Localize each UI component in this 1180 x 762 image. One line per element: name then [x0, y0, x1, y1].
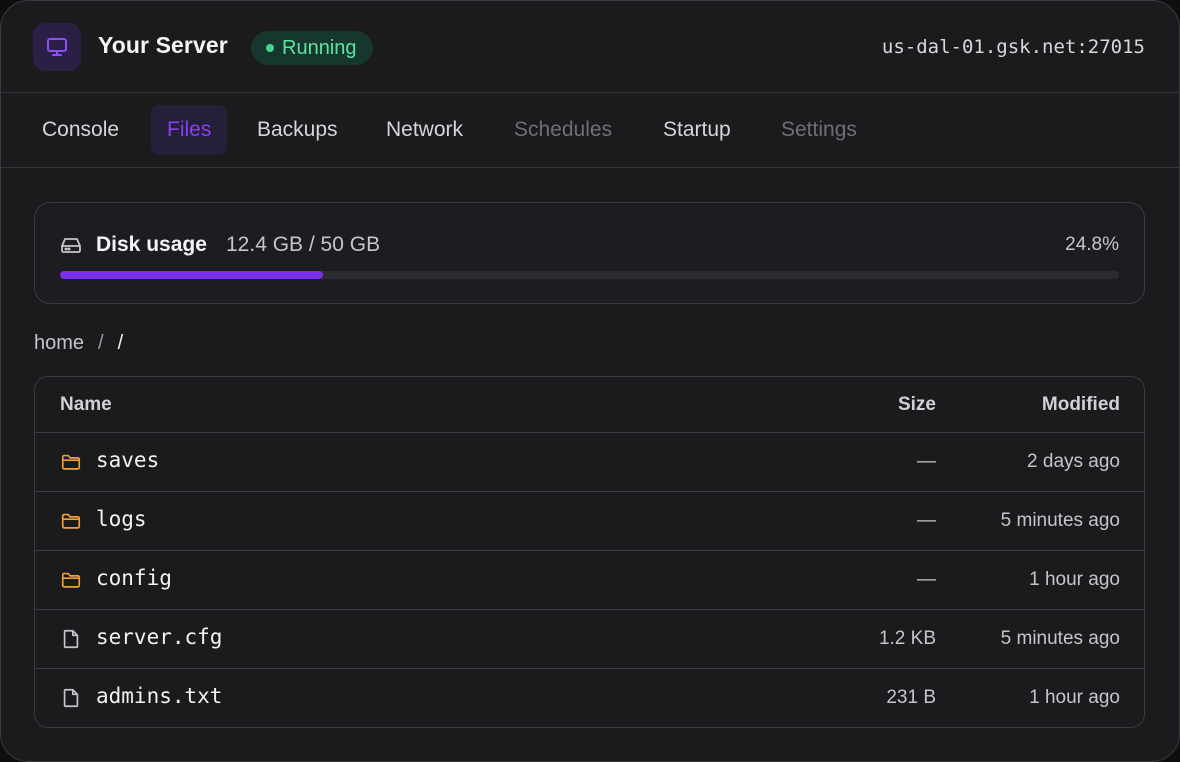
table-row[interactable]: admins.txt 231 B 1 hour ago — [35, 669, 1144, 727]
status-text: Running — [282, 36, 357, 59]
file-size: — — [917, 451, 936, 472]
server-address[interactable]: us-dal-01.gsk.net:27015 — [882, 36, 1145, 58]
disk-usage-percent: 24.8% — [1065, 234, 1119, 255]
disk-usage-amount: 12.4 GB / 50 GB — [226, 233, 381, 256]
status-dot-icon — [266, 44, 274, 52]
table-body: saves — 2 days ago logs — 5 minutes ago config… — [35, 433, 1144, 727]
file-modified: 5 minutes ago — [1000, 510, 1120, 531]
table-header: Name Size Modified — [35, 377, 1144, 433]
file-modified: 1 hour ago — [1029, 687, 1120, 708]
tab-bar: Console Files Backups Network Schedules … — [1, 93, 1179, 168]
table-row[interactable]: logs — 5 minutes ago — [35, 492, 1144, 551]
table-row[interactable]: server.cfg 1.2 KB 5 minutes ago — [35, 610, 1144, 669]
file-name[interactable]: saves — [96, 448, 159, 472]
file-icon — [60, 628, 82, 650]
file-table: Name Size Modified saves — 2 days ago logs —… — [34, 376, 1145, 728]
file-modified: 5 minutes ago — [1000, 628, 1120, 649]
status-badge: Running — [251, 31, 373, 65]
folder-icon — [60, 510, 82, 532]
file-name[interactable]: admins.txt — [96, 684, 222, 708]
tab-backups[interactable]: Backups — [241, 105, 354, 155]
tab-network[interactable]: Network — [370, 105, 479, 155]
hard-drive-icon — [60, 235, 82, 260]
disk-usage-card: Disk usage 12.4 GB / 50 GB 24.8% — [34, 202, 1145, 304]
tab-schedules[interactable]: Schedules — [498, 105, 628, 155]
breadcrumb-separator: / — [98, 332, 104, 354]
file-name[interactable]: config — [96, 566, 172, 590]
monitor-icon — [33, 23, 81, 71]
server-title: Your Server — [98, 32, 228, 58]
column-header-modified[interactable]: Modified — [1042, 394, 1120, 416]
breadcrumb-home[interactable]: home — [34, 332, 84, 355]
table-row[interactable]: config — 1 hour ago — [35, 551, 1144, 610]
column-header-name[interactable]: Name — [60, 394, 112, 416]
folder-icon — [60, 569, 82, 591]
disk-usage-label: Disk usage — [96, 233, 207, 256]
file-size: 1.2 KB — [878, 628, 936, 649]
table-row[interactable]: saves — 2 days ago — [35, 433, 1144, 492]
breadcrumb-current: / — [117, 332, 124, 354]
file-size: 231 B — [886, 687, 936, 708]
file-size: — — [917, 569, 936, 590]
file-name[interactable]: server.cfg — [96, 625, 222, 649]
folder-icon — [60, 451, 82, 473]
tab-console[interactable]: Console — [26, 105, 135, 155]
file-size: — — [917, 510, 936, 531]
breadcrumb: home / / — [34, 332, 123, 355]
file-modified: 1 hour ago — [1029, 569, 1120, 590]
disk-usage-bar — [60, 271, 1119, 279]
disk-usage-bar-fill — [60, 271, 323, 279]
file-modified: 2 days ago — [1027, 451, 1120, 472]
header: Your Server Running us-dal-01.gsk.net:27… — [1, 1, 1179, 93]
tab-files[interactable]: Files — [151, 105, 228, 155]
file-icon — [60, 687, 82, 709]
column-header-size[interactable]: Size — [898, 394, 936, 416]
file-name[interactable]: logs — [96, 507, 147, 531]
tab-startup[interactable]: Startup — [647, 105, 747, 155]
server-panel-window: Your Server Running us-dal-01.gsk.net:27… — [0, 0, 1180, 762]
tab-settings[interactable]: Settings — [765, 105, 873, 155]
